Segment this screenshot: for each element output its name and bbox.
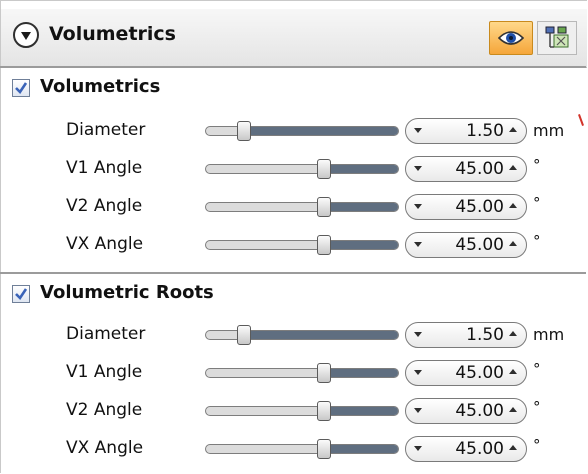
- value-slider[interactable]: [205, 444, 399, 454]
- increment-icon[interactable]: [509, 369, 517, 374]
- slider-fill: [242, 331, 398, 339]
- value-slider[interactable]: [205, 126, 399, 136]
- value-spinner[interactable]: 45.00: [405, 156, 527, 182]
- decrement-icon[interactable]: [414, 408, 422, 413]
- value-spinner[interactable]: 45.00: [405, 232, 527, 258]
- collapse-icon[interactable]: [13, 22, 39, 48]
- slider-thumb[interactable]: [237, 325, 251, 345]
- checkmark-icon: [15, 82, 28, 95]
- tools-icon[interactable]: [537, 21, 577, 55]
- section-title: Volumetrics: [40, 76, 161, 97]
- value-spinner[interactable]: 1.50: [405, 322, 527, 348]
- decrement-icon[interactable]: [414, 128, 422, 133]
- spinner-value[interactable]: 1.50: [426, 325, 504, 345]
- increment-icon[interactable]: [509, 203, 517, 208]
- increment-icon[interactable]: [509, 445, 517, 450]
- spinner-value[interactable]: 1.50: [426, 121, 504, 141]
- decrement-icon[interactable]: [414, 166, 422, 171]
- field-label: Diameter: [66, 324, 146, 344]
- decrement-icon[interactable]: [414, 332, 422, 337]
- unit-label: mm: [533, 121, 565, 140]
- value-spinner[interactable]: 45.00: [405, 436, 527, 462]
- unit-label: °: [533, 360, 541, 378]
- increment-icon[interactable]: [509, 407, 517, 412]
- value-slider[interactable]: [205, 406, 399, 416]
- field-label: V2 Angle: [66, 196, 143, 216]
- decrement-icon[interactable]: [414, 204, 422, 209]
- section-title: Volumetric Roots: [40, 282, 214, 303]
- spinner-value[interactable]: 45.00: [426, 235, 504, 255]
- slider-fill: [322, 165, 398, 173]
- spinner-value[interactable]: 45.00: [426, 401, 504, 421]
- value-spinner[interactable]: 45.00: [405, 398, 527, 424]
- value-slider[interactable]: [205, 240, 399, 250]
- slider-fill: [242, 127, 398, 135]
- slider-thumb[interactable]: [317, 235, 331, 255]
- field-label: V1 Angle: [66, 362, 143, 382]
- panel-title: Volumetrics: [49, 23, 176, 45]
- unit-label: °: [533, 194, 541, 212]
- slider-fill: [322, 445, 398, 453]
- slider-fill: [322, 369, 398, 377]
- field-label: VX Angle: [66, 234, 144, 254]
- spinner-value[interactable]: 45.00: [426, 159, 504, 179]
- unit-label: °: [533, 436, 541, 454]
- spinner-value[interactable]: 45.00: [426, 197, 504, 217]
- slider-thumb[interactable]: [317, 439, 331, 459]
- slider-fill: [322, 407, 398, 415]
- section-divider: [0, 272, 586, 274]
- slider-thumb[interactable]: [317, 159, 331, 179]
- value-spinner[interactable]: 1.50: [405, 118, 527, 144]
- value-slider[interactable]: [205, 368, 399, 378]
- slider-thumb[interactable]: [317, 363, 331, 383]
- eye-icon[interactable]: [489, 21, 533, 55]
- value-slider[interactable]: [205, 330, 399, 340]
- value-spinner[interactable]: 45.00: [405, 194, 527, 220]
- checkmark-icon: [15, 288, 28, 301]
- field-label: V1 Angle: [66, 158, 143, 178]
- value-slider[interactable]: [205, 202, 399, 212]
- field-label: V2 Angle: [66, 400, 143, 420]
- panel-header: Volumetrics: [1, 9, 587, 68]
- slider-thumb[interactable]: [317, 401, 331, 421]
- spinner-value[interactable]: 45.00: [426, 439, 504, 459]
- unit-label: °: [533, 398, 541, 416]
- unit-label: °: [533, 156, 541, 174]
- increment-icon[interactable]: [509, 165, 517, 170]
- slider-thumb[interactable]: [317, 197, 331, 217]
- decrement-icon[interactable]: [414, 242, 422, 247]
- section-checkbox[interactable]: [12, 79, 30, 97]
- decrement-icon[interactable]: [414, 370, 422, 375]
- slider-fill: [322, 241, 398, 249]
- increment-icon[interactable]: [509, 127, 517, 132]
- slider-thumb[interactable]: [237, 121, 251, 141]
- field-label: Diameter: [66, 120, 146, 140]
- increment-icon[interactable]: [509, 331, 517, 336]
- section-checkbox[interactable]: [12, 285, 30, 303]
- value-slider[interactable]: [205, 164, 399, 174]
- spinner-value[interactable]: 45.00: [426, 363, 504, 383]
- unit-label: °: [533, 232, 541, 250]
- value-spinner[interactable]: 45.00: [405, 360, 527, 386]
- section-divider: [0, 66, 586, 68]
- increment-icon[interactable]: [509, 241, 517, 246]
- field-label: VX Angle: [66, 438, 144, 458]
- unit-label: mm: [533, 325, 565, 344]
- decrement-icon[interactable]: [414, 446, 422, 451]
- slider-fill: [322, 203, 398, 211]
